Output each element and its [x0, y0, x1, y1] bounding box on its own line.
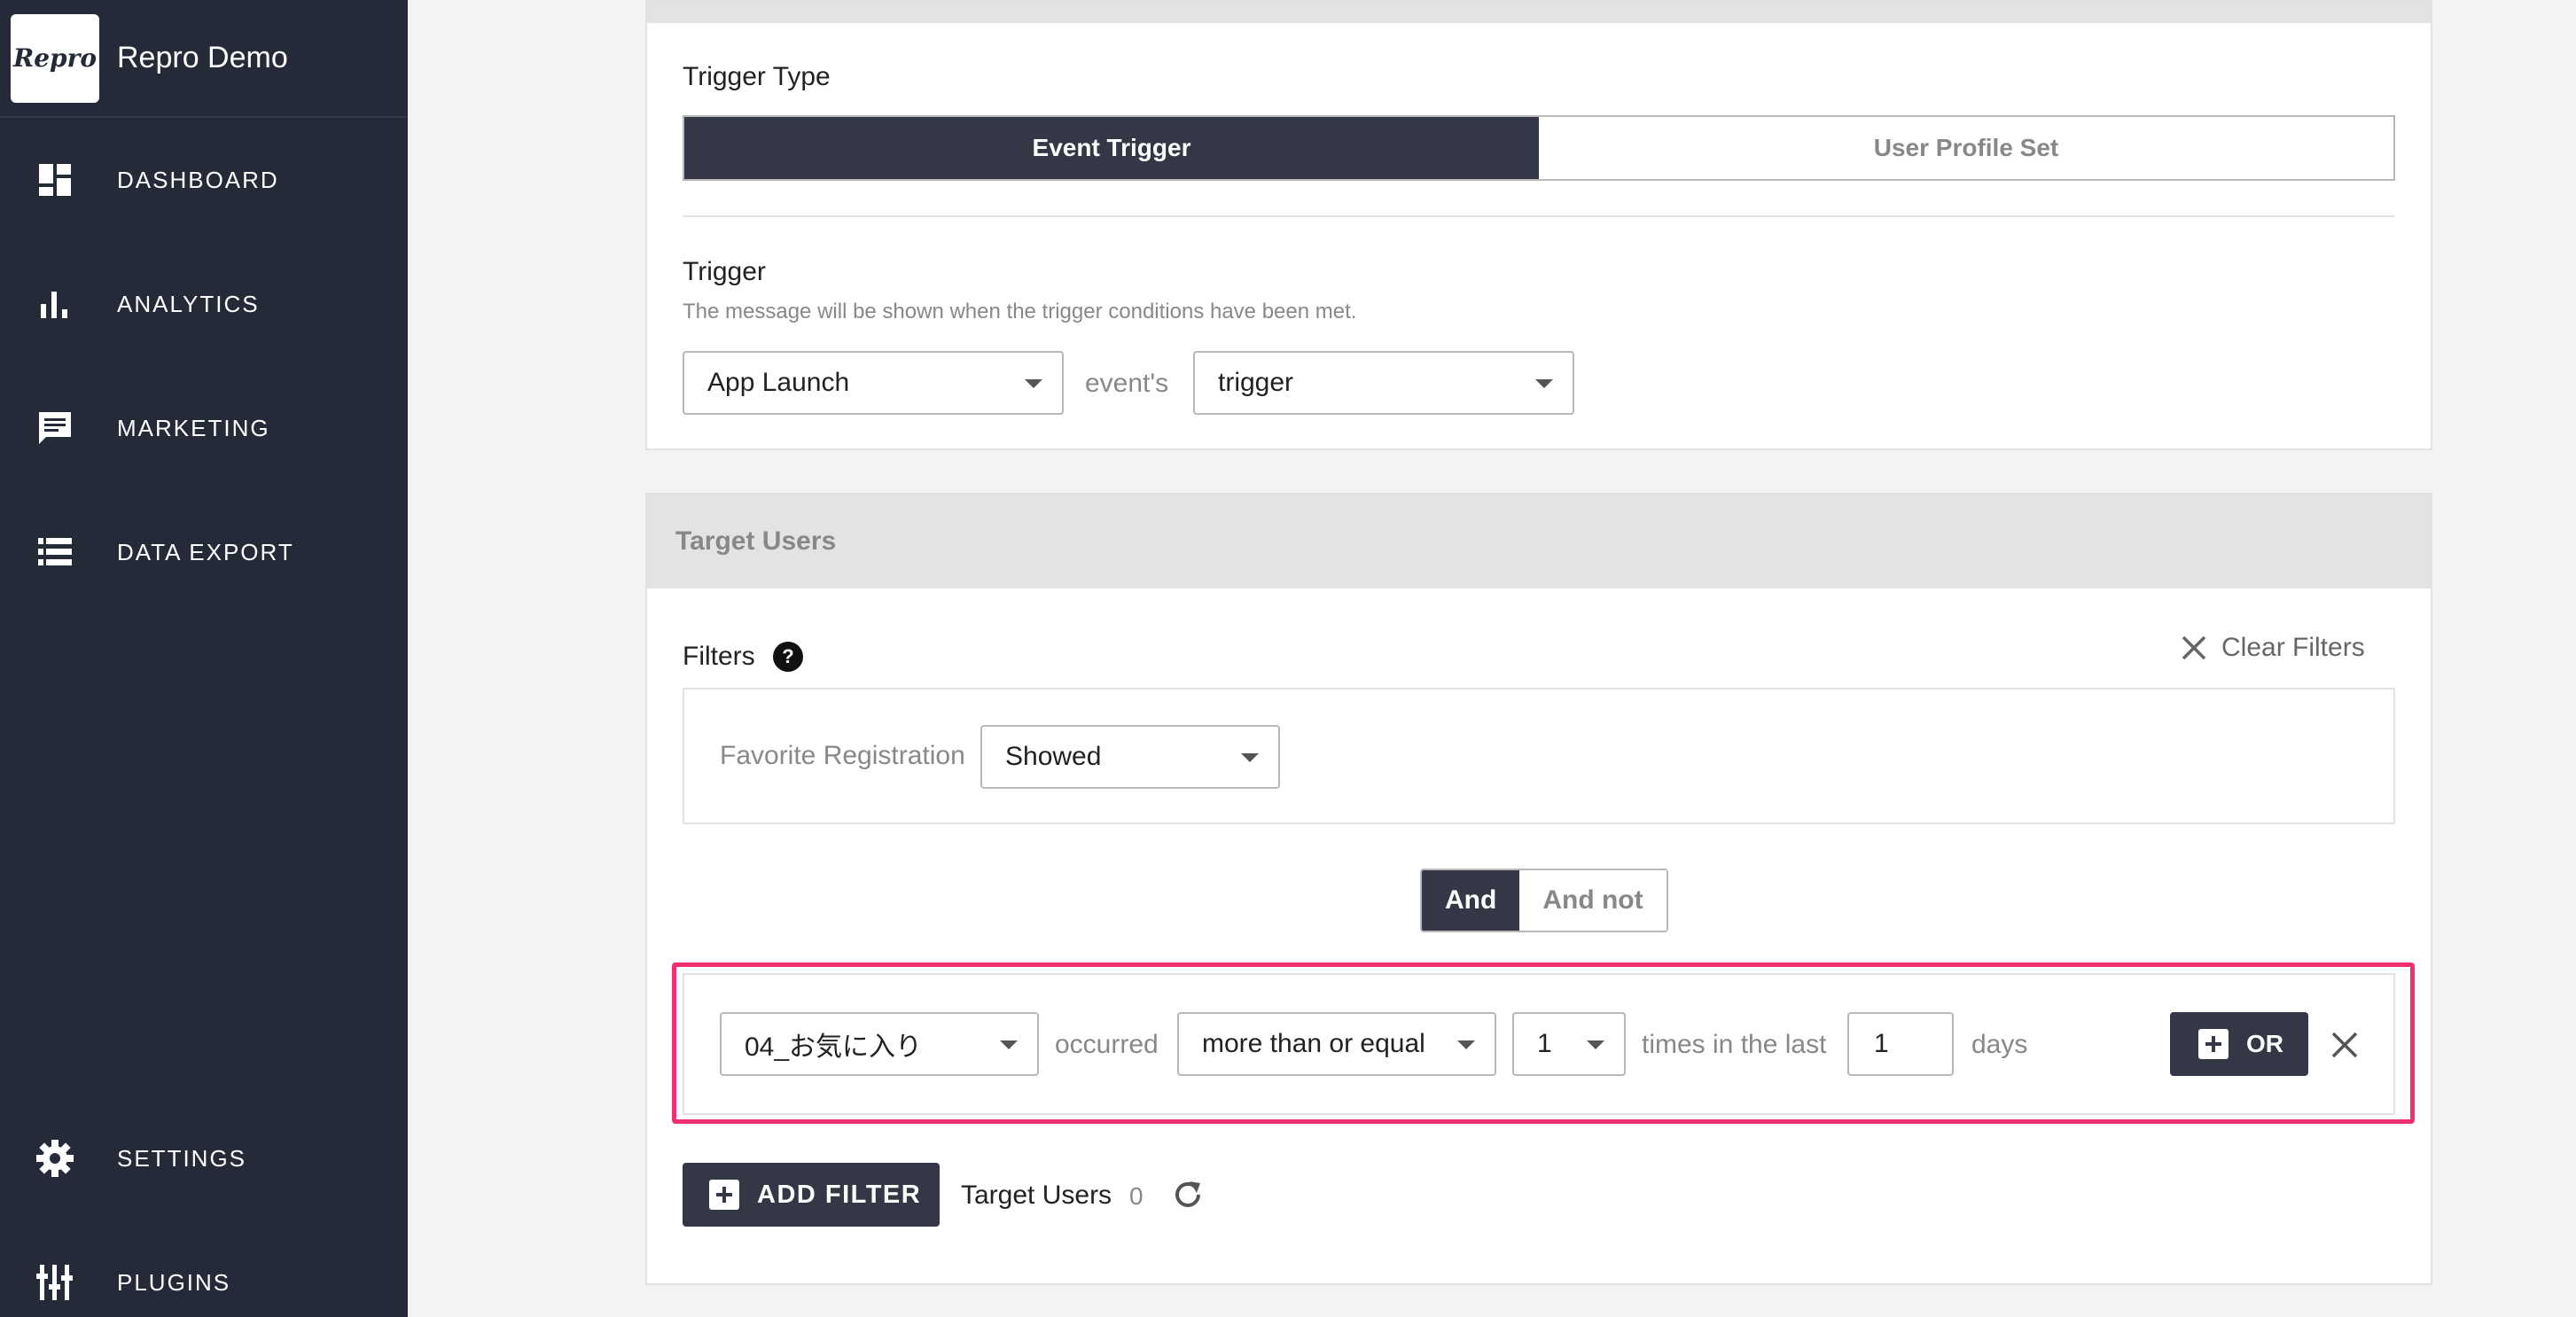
sidebar-item-label: ANALYTICS: [117, 290, 260, 317]
sidebar-item-label: SETTINGS: [117, 1144, 247, 1172]
sidebar-item-settings[interactable]: SETTINGS: [0, 1118, 408, 1198]
help-icon[interactable]: ?: [773, 642, 803, 672]
target-users-header: Target Users: [647, 495, 2431, 588]
refresh-icon[interactable]: [1170, 1177, 1206, 1212]
repro-logo: Repro: [11, 13, 99, 103]
trigger-help-text: The message will be shown when the trigg…: [683, 300, 1357, 323]
filter-value-select[interactable]: Showed: [980, 725, 1280, 789]
clear-filters-label: Clear Filters: [2221, 633, 2365, 662]
sidebar-item-dashboard[interactable]: DASHBOARD: [0, 140, 408, 220]
dashboard-icon: [35, 160, 74, 199]
chevron-down-icon: [1535, 379, 1553, 388]
target-users-card: Target Users Filters ? Clear Filters Fav…: [645, 493, 2432, 1285]
card-top-strip: [647, 2, 2431, 23]
sidebar-item-label: MARKETING: [117, 414, 270, 441]
sidebar-item-plugins[interactable]: PLUGINS: [0, 1243, 408, 1317]
sidebar-item-label: DATA EXPORT: [117, 538, 294, 565]
target-users-count-label: Target Users: [961, 1181, 1112, 1210]
close-icon: [2182, 635, 2206, 660]
app-name: Repro Demo: [117, 41, 288, 74]
divider: [683, 215, 2395, 217]
and-toggle: And And not: [1420, 869, 1668, 932]
clear-filters-button[interactable]: Clear Filters: [2181, 633, 2365, 663]
target-users-count: 0: [1129, 1182, 1144, 1210]
highlight-outline: [672, 962, 2415, 1124]
sidebar-item-analytics[interactable]: ANALYTICS: [0, 264, 408, 344]
chevron-down-icon: [1241, 753, 1259, 762]
filter-label: Favorite Registration: [720, 741, 965, 770]
sidebar-item-label: DASHBOARD: [117, 166, 279, 193]
gear-icon: [35, 1139, 74, 1178]
add-filter-button[interactable]: ADD FILTER: [683, 1163, 940, 1227]
logo-text: Repro: [12, 43, 98, 73]
and-not-button[interactable]: And not: [1519, 870, 1667, 931]
plugins-icon: [35, 1263, 74, 1302]
event-select[interactable]: App Launch: [683, 351, 1064, 415]
filter-value: Showed: [1005, 742, 1102, 771]
tab-user-profile-set[interactable]: User Profile Set: [1539, 117, 2393, 179]
trigger-card: Trigger Type Event Trigger User Profile …: [645, 0, 2432, 450]
brand[interactable]: Repro Repro Demo: [0, 0, 408, 118]
list-icon: [35, 533, 74, 572]
bar-chart-icon: [35, 284, 74, 323]
trigger-type-label: Trigger Type: [683, 62, 831, 91]
message-icon: [35, 409, 74, 448]
sidebar: Repro Repro Demo DASHBOARD ANALYTICS MAR…: [0, 0, 408, 1317]
tab-event-trigger[interactable]: Event Trigger: [684, 117, 1539, 179]
filter-condition-1: Favorite Registration Showed: [683, 688, 2395, 824]
filters-label: Filters: [683, 642, 755, 671]
trigger-select[interactable]: trigger: [1193, 351, 1574, 415]
sidebar-item-label: PLUGINS: [117, 1268, 231, 1296]
events-text: event's: [1085, 369, 1169, 398]
trigger-type-toggle: Event Trigger User Profile Set: [683, 115, 2395, 181]
trigger-label: Trigger: [683, 257, 766, 286]
sidebar-item-marketing[interactable]: MARKETING: [0, 388, 408, 468]
chevron-down-icon: [1025, 379, 1042, 388]
plus-icon: [709, 1180, 739, 1210]
event-select-value: App Launch: [707, 368, 850, 397]
add-filter-label: ADD FILTER: [757, 1180, 922, 1209]
trigger-select-value: trigger: [1218, 368, 1294, 397]
sidebar-item-data-export[interactable]: DATA EXPORT: [0, 512, 408, 592]
and-button[interactable]: And: [1422, 870, 1520, 931]
